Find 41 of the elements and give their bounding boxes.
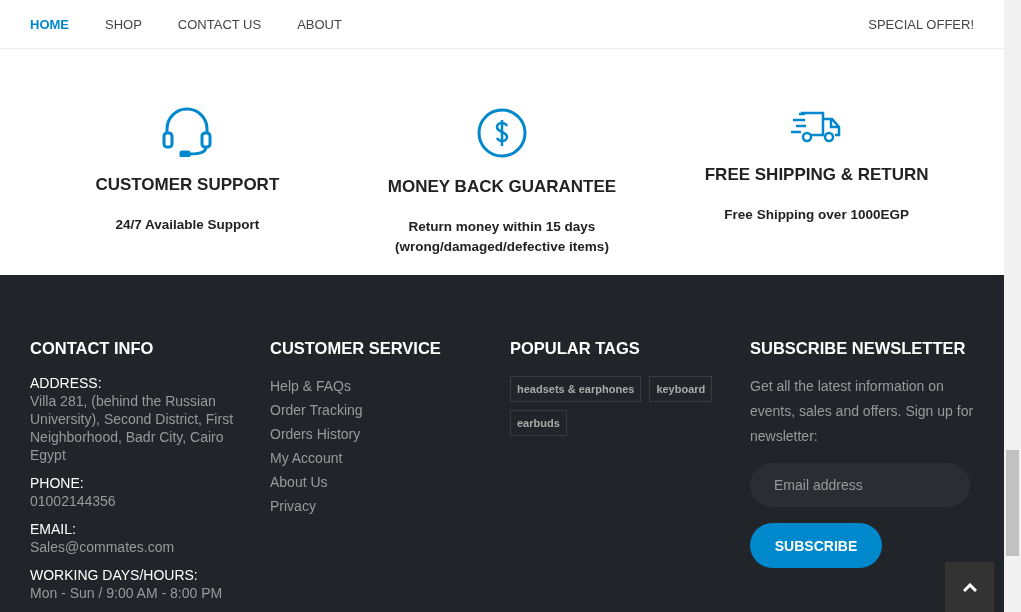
- headset-icon: [161, 107, 214, 158]
- contact-label: PHONE:: [30, 474, 85, 492]
- nav-link[interactable]: ABOUT: [297, 16, 342, 32]
- chevron-up-icon: [962, 582, 977, 592]
- dollar-circle-icon: [476, 107, 528, 160]
- column-heading: SUBSCRIBE NEWSLETTER: [750, 339, 967, 358]
- contact-value: 01002144356: [30, 492, 117, 510]
- special-offer-link[interactable]: SPECIAL OFFER!: [868, 16, 974, 32]
- column-heading: POPULAR TAGS: [510, 339, 641, 358]
- scroll-top-button[interactable]: [945, 562, 994, 612]
- email-field[interactable]: Email address: [750, 463, 970, 507]
- service-link[interactable]: Help & FAQs: [270, 374, 496, 398]
- service-link[interactable]: About Us: [270, 470, 496, 494]
- scrollbar[interactable]: [1004, 0, 1021, 612]
- contact-label: ADDRESS:: [30, 374, 103, 392]
- contact-value: Villa 281, (behind the Russian University), Second District, First Neighborhood, Badr City, Cairo Egypt: [30, 392, 235, 464]
- feature-text: Free Shipping over 1000EGP: [724, 206, 909, 225]
- feature-text: Return money within 15 days (wrong/damaged/defective items): [395, 218, 609, 257]
- column-heading: CUSTOMER SERVICE: [270, 339, 442, 358]
- contact-label: WORKING DAYS/HOURS:: [30, 566, 199, 584]
- scrollbar-thumb[interactable]: [1006, 450, 1019, 556]
- service-link[interactable]: Privacy: [270, 494, 496, 518]
- contact-value: Sales@commates.com: [30, 538, 176, 556]
- subscribe-button[interactable]: SUBSCRIBE: [750, 523, 882, 568]
- feature-text: 24/7 Available Support: [115, 216, 260, 235]
- nav-link[interactable]: SHOP: [105, 16, 142, 32]
- service-link[interactable]: My Account: [270, 446, 496, 470]
- tag[interactable]: earbuds: [510, 410, 567, 436]
- feature-title: CUSTOMER SUPPORT: [95, 175, 280, 196]
- nav-link[interactable]: HOME: [30, 16, 69, 32]
- nav-link[interactable]: CONTACT US: [177, 16, 262, 32]
- feature-title: FREE SHIPPING & RETURN: [704, 165, 929, 186]
- service-link[interactable]: Order Tracking: [270, 398, 496, 422]
- contact-value: Mon - Sun / 9:00 AM - 8:00 PM: [30, 584, 224, 602]
- service-link[interactable]: Orders History: [270, 422, 496, 446]
- newsletter-text: Get all the latest information on events, sales and offers. Sign up for newsletter:: [750, 377, 975, 446]
- feature-title: MONEY BACK GUARANTEE: [387, 177, 617, 198]
- contact-label: EMAIL:: [30, 520, 77, 538]
- tag[interactable]: keyboard: [649, 376, 713, 402]
- column-heading: CONTACT INFO: [30, 339, 155, 358]
- tag[interactable]: headsets & earphones: [510, 376, 642, 402]
